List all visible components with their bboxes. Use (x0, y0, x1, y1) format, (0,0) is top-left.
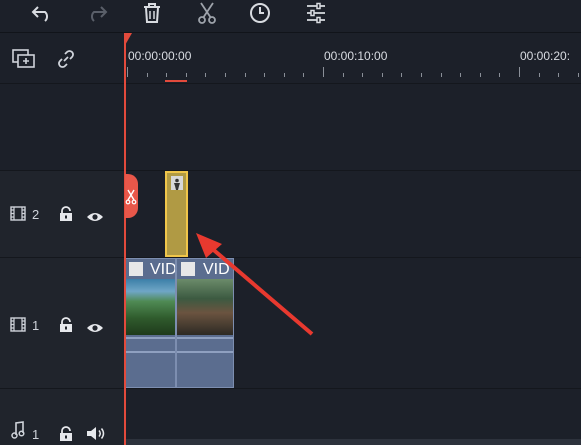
annotation-arrow (196, 233, 314, 336)
